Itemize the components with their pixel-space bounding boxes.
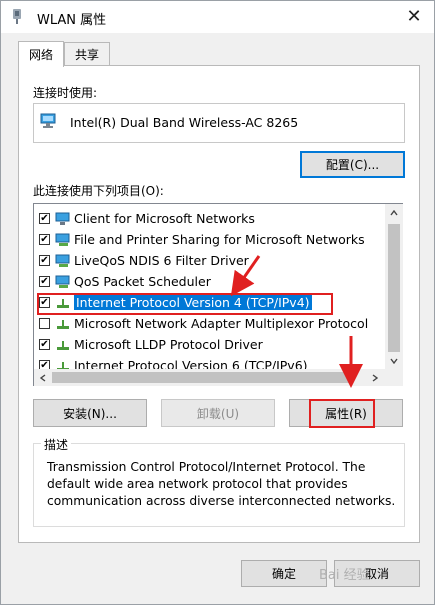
item-checkbox[interactable] — [39, 234, 50, 245]
description-text: Transmission Control Protocol/Internet P… — [47, 460, 396, 508]
scroll-down-arrow-icon[interactable] — [390, 358, 398, 364]
highlight-box-ipv4 — [37, 293, 333, 315]
item-checkbox[interactable] — [39, 360, 50, 369]
list-item[interactable]: Client for Microsoft Networks — [34, 208, 364, 229]
list-item[interactable]: Internet Protocol Version 6 (TCP/IPv6) — [34, 355, 364, 369]
adapter-box: Intel(R) Dual Band Wireless-AC 8265 — [33, 103, 405, 143]
items-label: 此连接使用下列项目(O): — [33, 184, 164, 198]
vertical-scroll-thumb[interactable] — [388, 224, 400, 352]
item-checkbox[interactable] — [39, 255, 50, 266]
uninstall-button[interactable]: 卸载(U) — [161, 399, 275, 427]
adapter-name: Intel(R) Dual Band Wireless-AC 8265 — [70, 115, 299, 130]
scrollbar-corner — [385, 369, 403, 386]
watermark: Bai 经验 — [319, 568, 370, 583]
horizontal-scrollbar[interactable] — [33, 369, 385, 386]
item-label: Client for Microsoft Networks — [74, 211, 255, 226]
tab-sharing[interactable]: 共享 — [64, 42, 110, 66]
network-client-icon — [55, 212, 70, 225]
list-item[interactable]: LiveQoS NDIS 6 Filter Driver — [34, 250, 364, 271]
protocol-icon — [57, 340, 69, 350]
scroll-left-arrow-icon[interactable] — [40, 374, 46, 382]
network-service-icon — [55, 254, 70, 267]
connect-using-label: 连接时使用: — [33, 86, 98, 100]
protocol-icon — [57, 361, 69, 369]
wlan-adapter-icon — [13, 9, 21, 24]
item-label: QoS Packet Scheduler — [74, 274, 211, 289]
scroll-right-arrow-icon[interactable] — [372, 374, 378, 382]
configure-button[interactable]: 配置(C)... — [300, 151, 405, 178]
item-checkbox[interactable] — [39, 213, 50, 224]
item-checkbox[interactable] — [39, 276, 50, 287]
vertical-scrollbar[interactable] — [385, 203, 403, 369]
description-title: 描述 — [41, 436, 72, 453]
list-item[interactable]: Microsoft Network Adapter Multiplexor Pr… — [34, 313, 368, 334]
network-adapter-icon — [40, 113, 56, 128]
item-label: File and Printer Sharing for Microsoft N… — [74, 232, 365, 247]
item-label: Internet Protocol Version 6 (TCP/IPv6) — [74, 358, 308, 369]
tab-network[interactable]: 网络 — [18, 41, 64, 67]
list-item[interactable]: File and Printer Sharing for Microsoft N… — [34, 229, 365, 250]
install-button[interactable]: 安装(N)... — [33, 399, 147, 427]
item-label: Microsoft LLDP Protocol Driver — [74, 337, 263, 352]
list-item[interactable]: QoS Packet Scheduler — [34, 271, 364, 292]
title-bar: WLAN 属性 ✕ — [1, 1, 434, 33]
network-service-icon — [55, 233, 70, 246]
components-list[interactable]: Client for Microsoft Networks File and P… — [33, 203, 385, 369]
item-checkbox[interactable] — [39, 339, 50, 350]
ok-button[interactable]: 确定 — [241, 560, 327, 587]
horizontal-scroll-thumb[interactable] — [52, 372, 352, 383]
protocol-icon — [57, 319, 69, 329]
item-label: LiveQoS NDIS 6 Filter Driver — [74, 253, 249, 268]
close-button[interactable]: ✕ — [399, 3, 429, 29]
window-title: WLAN 属性 — [37, 13, 107, 28]
item-label: Microsoft Network Adapter Multiplexor Pr… — [74, 316, 369, 331]
list-item[interactable]: Microsoft LLDP Protocol Driver — [34, 334, 364, 355]
network-service-icon — [55, 275, 70, 288]
highlight-box-properties — [309, 399, 375, 428]
item-checkbox[interactable] — [39, 318, 50, 329]
scroll-up-arrow-icon[interactable] — [390, 210, 398, 216]
wlan-properties-dialog: WLAN 属性 ✕ 网络 共享 连接时使用: Intel(R) Dual Ban… — [0, 0, 435, 605]
